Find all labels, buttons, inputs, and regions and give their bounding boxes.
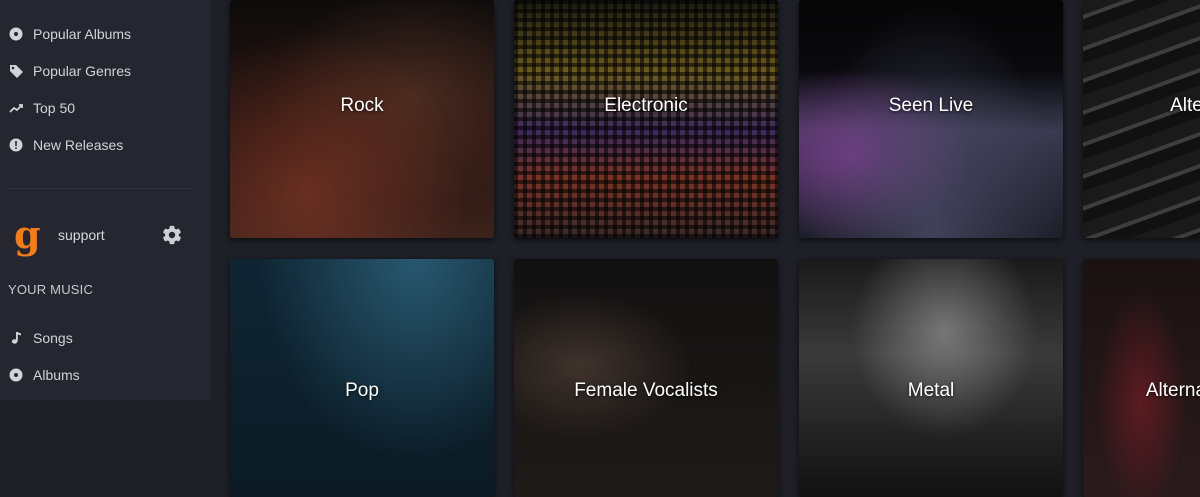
nav-label: Albums [33,367,80,383]
gear-icon[interactable] [161,224,183,246]
alert-icon [8,137,24,153]
trending-icon [8,100,24,116]
genre-tile-pop[interactable]: Pop [230,259,494,497]
nav-top-50[interactable]: Top 50 [8,97,75,119]
nav-label: Popular Genres [33,63,132,79]
nav-songs[interactable]: Songs [8,327,73,349]
album-icon [8,367,24,383]
genre-label: Pop [345,380,379,401]
genre-tile-alternative[interactable]: Alternative [1083,0,1200,238]
nav-label: Top 50 [33,100,76,116]
nav-popular-albums[interactable]: Popular Albums [8,23,131,45]
genre-tile-electronic[interactable]: Electronic [514,0,778,238]
genre-tile-metal[interactable]: Metal [799,259,1063,497]
genre-label: Alternative [1170,95,1200,116]
genre-label: Alternative Rock [1145,380,1200,401]
username: support [58,227,105,243]
genre-tile-seen-live[interactable]: Seen Live [799,0,1063,238]
nav-albums[interactable]: Albums [8,364,80,386]
divider [8,188,192,189]
genre-label: Metal [907,380,955,401]
nav-new-releases[interactable]: New Releases [8,134,123,156]
nav-label: Popular Albums [33,26,132,42]
your-music-heading: YOUR MUSIC [8,282,94,297]
tag-icon [8,63,24,79]
nav-popular-genres[interactable]: Popular Genres [8,60,131,82]
nav-label: New Releases [33,137,124,153]
genre-tile-alternative-rock[interactable]: Alternative Rock [1083,259,1200,497]
brand-logo: g [14,212,41,257]
genre-label: Seen Live [888,95,974,116]
sidebar: Popular Albums Popular Genres Top 50 New… [0,0,210,400]
genre-tile-female-vocalists[interactable]: Female Vocalists [514,259,778,497]
nav-label: Songs [33,330,73,346]
music-note-icon [8,330,24,346]
genre-tile-rock[interactable]: Rock [230,0,494,238]
genre-label: Electronic [604,95,688,116]
genre-label: Female Vocalists [574,380,718,401]
user-avatar[interactable]: g [14,212,44,257]
genre-label: Rock [340,95,384,116]
album-icon [8,26,24,42]
